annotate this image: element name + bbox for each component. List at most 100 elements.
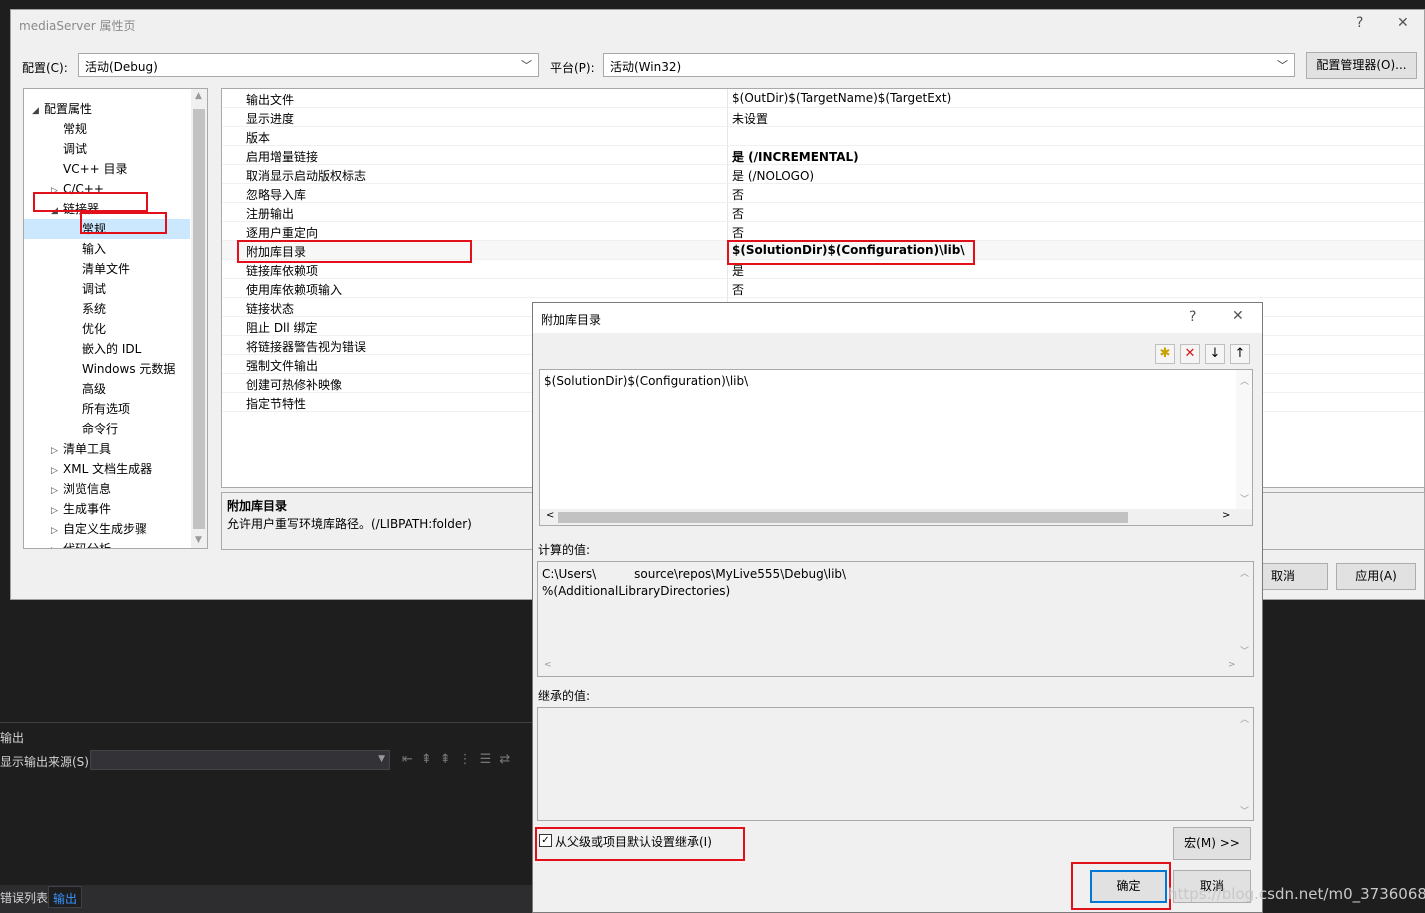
tree-item[interactable]: ▷ 浏览信息 [24, 479, 190, 499]
computed-line-1: C:\Users\ source\repos\MyLive555\Debug\li… [542, 567, 846, 581]
scroll-left-icon[interactable]: < [544, 660, 552, 670]
expand-arrow-icon[interactable]: ▷ [51, 441, 63, 461]
scroll-right-icon[interactable]: > [1222, 510, 1230, 521]
scroll-down-icon[interactable]: ▼ [195, 535, 202, 545]
list-vscrollbar[interactable]: ︿ ﹀ [1236, 370, 1252, 525]
property-value[interactable]: 未设置 [732, 110, 768, 127]
output-source-select[interactable]: ▼ [90, 750, 390, 770]
new-line-icon[interactable]: ✱ [1155, 344, 1175, 364]
scroll-left-icon[interactable]: < [546, 510, 554, 521]
directory-entry[interactable]: $(SolutionDir)$(Configuration)\lib\ [544, 374, 748, 388]
cancel-button[interactable]: 取消 [1256, 563, 1328, 590]
tree-item-label: 输入 [82, 242, 107, 256]
property-value[interactable]: 是 (/INCREMENTAL) [732, 148, 859, 165]
highlight-ok [1071, 862, 1171, 910]
scroll-down-icon[interactable]: ﹀ [1240, 644, 1249, 657]
expand-arrow-icon[interactable]: ▷ [51, 481, 63, 501]
tree-item-label: 代码分析 [63, 542, 112, 549]
delete-icon[interactable]: ✕ [1180, 344, 1200, 364]
property-value[interactable]: 否 [732, 205, 744, 222]
scroll-up-icon[interactable]: ︿ [1240, 566, 1249, 579]
tree-item[interactable]: ▷ 生成事件 [24, 499, 190, 519]
tree-item[interactable]: ▷ 清单工具 [24, 439, 190, 459]
window-title: mediaServer 属性页 [19, 19, 136, 33]
property-name: 将链接器警告视为错误 [246, 340, 367, 354]
highlight-lib-dir-name [237, 240, 472, 263]
output-source-label: 显示输出来源(S): [0, 755, 94, 769]
config-select[interactable]: 活动(Debug) ﹀ [78, 53, 539, 77]
computed-repo-path: source\repos\MyLive555\Debug\lib\ [634, 567, 847, 581]
grid-row[interactable]: 输出文件 $(OutDir)$(TargetName)$(TargetExt) [222, 89, 1424, 108]
computed-user-path: C:\Users\ [542, 567, 597, 581]
tab-output[interactable]: 输出 [48, 886, 82, 908]
scroll-right-icon[interactable]: > [1228, 660, 1236, 670]
tree-item[interactable]: 清单文件 [24, 259, 190, 279]
scroll-up-icon[interactable]: ▲ [195, 91, 202, 101]
tree-item-label: Windows 元数据 [82, 362, 176, 376]
property-value[interactable]: 否 [732, 224, 744, 241]
tree-item[interactable]: 系统 [24, 299, 190, 319]
close-icon[interactable]: ✕ [1397, 15, 1409, 31]
tree-item-label: 嵌入的 IDL [82, 342, 142, 356]
help-button[interactable]: ? [1356, 15, 1363, 31]
tree-item-label: 调试 [82, 282, 107, 296]
expand-arrow-icon[interactable]: ▷ [51, 521, 63, 541]
grid-row[interactable]: 注册输出 否 [222, 203, 1424, 222]
tree-item[interactable]: ▷ 自定义生成步骤 [24, 519, 190, 539]
tree-item[interactable]: ▷代码分析 [24, 539, 190, 549]
grid-row[interactable]: 逐用户重定向 否 [222, 222, 1424, 241]
scroll-down-icon[interactable]: ﹀ [1240, 804, 1249, 817]
scroll-up-icon[interactable]: ︿ [1240, 712, 1249, 725]
tab-error-list[interactable]: 错误列表 [0, 889, 48, 906]
tree-item[interactable]: 所有选项 [24, 399, 190, 419]
property-value[interactable]: 否 [732, 281, 744, 298]
move-up-icon[interactable]: ↑ [1230, 344, 1250, 364]
tree-item[interactable]: ◢ 配置属性 [24, 99, 190, 119]
tree-item-label: 自定义生成步骤 [63, 522, 148, 536]
property-value[interactable]: 否 [732, 186, 744, 203]
apply-button[interactable]: 应用(A) [1336, 563, 1416, 590]
tree-item[interactable]: 调试 [24, 279, 190, 299]
output-title: 输出 [0, 731, 25, 745]
dialog-close-icon[interactable]: ✕ [1232, 308, 1244, 324]
dialog-help-button[interactable]: ? [1189, 309, 1196, 325]
tree-item[interactable]: 优化 [24, 319, 190, 339]
tree-item[interactable]: 嵌入的 IDL [24, 339, 190, 359]
collapse-arrow-icon[interactable]: ◢ [32, 101, 44, 121]
scroll-down-icon[interactable]: ﹀ [1240, 492, 1249, 505]
tree-item[interactable]: ▷ XML 文档生成器 [24, 459, 190, 479]
scroll-up-icon[interactable]: ︿ [1240, 374, 1249, 387]
tree-item-label: 优化 [82, 322, 107, 336]
grid-row[interactable]: 启用增量链接 是 (/INCREMENTAL) [222, 146, 1424, 165]
grid-row[interactable]: 版本 [222, 127, 1424, 146]
config-manager-button[interactable]: 配置管理器(O)... [1306, 52, 1417, 79]
panel-divider [0, 722, 532, 723]
grid-row[interactable]: 使用库依赖项输入 否 [222, 279, 1424, 298]
grid-row[interactable]: 忽略导入库 否 [222, 184, 1424, 203]
expand-arrow-icon[interactable]: ▷ [51, 541, 63, 548]
list-hscrollbar[interactable]: < > [540, 509, 1252, 525]
tree-item[interactable]: 常规 [24, 119, 190, 139]
tree-item[interactable]: 输入 [24, 239, 190, 259]
property-name: 输出文件 [246, 93, 295, 107]
directory-list[interactable]: $(SolutionDir)$(Configuration)\lib\ ︿ ﹀ … [539, 369, 1253, 526]
tree-item[interactable]: Windows 元数据 [24, 359, 190, 379]
platform-select[interactable]: 活动(Win32) ﹀ [603, 53, 1295, 77]
tree-scroll-thumb[interactable] [193, 109, 205, 529]
tree-item[interactable]: VC++ 目录 [24, 159, 190, 179]
move-down-icon[interactable]: ↓ [1205, 344, 1225, 364]
computed-label: 计算的值: [538, 543, 591, 557]
grid-row[interactable]: 取消显示启动版权标志 是 (/NOLOGO) [222, 165, 1424, 184]
expand-arrow-icon[interactable]: ▷ [51, 461, 63, 481]
hscroll-thumb[interactable] [558, 512, 1128, 523]
tree-item[interactable]: 命令行 [24, 419, 190, 439]
tree-item[interactable]: 高级 [24, 379, 190, 399]
property-value[interactable]: 是 (/NOLOGO) [732, 167, 814, 184]
tree-scrollbar[interactable]: ▲ ▼ [191, 89, 207, 548]
macros-button[interactable]: 宏(M) >> [1173, 827, 1251, 860]
grid-row[interactable]: 显示进度 未设置 [222, 108, 1424, 127]
expand-arrow-icon[interactable]: ▷ [51, 501, 63, 521]
highlight-inherit [535, 827, 745, 861]
property-value[interactable]: $(OutDir)$(TargetName)$(TargetExt) [732, 91, 951, 105]
tree-item[interactable]: 调试 [24, 139, 190, 159]
